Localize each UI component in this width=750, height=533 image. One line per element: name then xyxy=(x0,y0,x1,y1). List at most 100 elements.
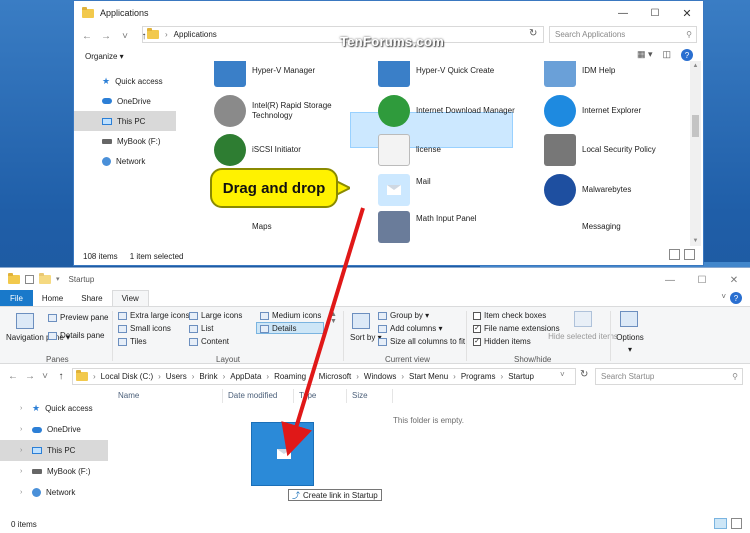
large-icons-view-icon[interactable] xyxy=(731,518,742,529)
scrollbar-thumb[interactable] xyxy=(692,115,699,137)
nav-item-onedrive[interactable]: OneDrive xyxy=(74,91,176,111)
file-item[interactable]: Maps xyxy=(214,211,272,243)
details-pane-toggle-icon[interactable]: ◫ xyxy=(662,49,671,61)
layout-tiles[interactable]: Tiles xyxy=(118,337,147,346)
layout-large-icons[interactable]: Large icons xyxy=(189,311,242,320)
expand-chevron-icon[interactable]: › xyxy=(20,405,27,412)
up-arrow-icon[interactable]: ↑ xyxy=(56,371,66,382)
navigation-pane-button[interactable]: Navigation pane ▾ xyxy=(6,333,70,342)
sort-by-icon[interactable] xyxy=(352,313,370,329)
breadcrumb-item[interactable]: Roaming xyxy=(274,372,306,381)
back-arrow-icon[interactable]: ← xyxy=(8,371,18,382)
address-dropdown-icon[interactable]: ˅ xyxy=(560,370,565,379)
layout-details[interactable]: Details xyxy=(260,324,296,333)
column-divider[interactable] xyxy=(293,389,294,403)
column-divider[interactable] xyxy=(222,389,223,403)
properties-quick-icon[interactable] xyxy=(25,274,34,284)
large-icons-view-icon[interactable] xyxy=(684,249,695,260)
expand-chevron-icon[interactable]: › xyxy=(20,468,27,475)
file-item[interactable]: IDM Help xyxy=(544,61,615,87)
forward-arrow-icon[interactable]: → xyxy=(101,31,111,42)
breadcrumb-item[interactable]: Windows xyxy=(364,372,396,381)
group-by-button[interactable]: Group by ▾ xyxy=(378,311,429,320)
back-arrow-icon[interactable]: ← xyxy=(82,31,92,42)
expand-chevron-icon[interactable]: › xyxy=(20,489,27,496)
breadcrumb-item[interactable]: Brink xyxy=(199,372,217,381)
nav-item-network[interactable]: Network xyxy=(74,151,176,171)
layout-extra-large-icons[interactable]: Extra large icons xyxy=(118,311,190,320)
address-bar[interactable]: › Local Disk (C:) › Users › Brink › AppData… xyxy=(72,368,576,385)
close-button[interactable]: ✕ xyxy=(718,268,750,292)
file-item[interactable]: Hyper-V Manager xyxy=(214,61,315,87)
nav-item-quick-access[interactable]: ★ Quick access xyxy=(74,71,176,91)
tab-share[interactable]: Share xyxy=(72,290,111,306)
sort-by-button[interactable]: Sort by ▾ xyxy=(350,333,382,342)
options-button[interactable]: Options ▾ xyxy=(615,333,645,354)
minimize-button[interactable]: — xyxy=(654,268,686,292)
nav-item-onedrive[interactable]: › OneDrive xyxy=(0,419,108,440)
details-view-icon[interactable] xyxy=(714,518,727,529)
checkbox-checked[interactable]: ✓ xyxy=(473,324,481,333)
column-header-name[interactable]: Name xyxy=(118,391,139,400)
breadcrumb-item[interactable]: Users xyxy=(166,372,187,381)
tab-file[interactable]: File xyxy=(0,290,33,306)
refresh-icon[interactable]: ↻ xyxy=(529,28,537,39)
expand-chevron-icon[interactable]: › xyxy=(20,426,27,433)
minimize-button[interactable]: — xyxy=(607,1,639,25)
column-header-type[interactable]: Type xyxy=(299,391,316,400)
scroll-down-icon[interactable]: ▼ xyxy=(690,238,701,244)
breadcrumb-item[interactable]: Startup xyxy=(508,372,534,381)
recent-chevron-icon[interactable]: ˅ xyxy=(40,371,50,382)
layout-list[interactable]: List xyxy=(189,324,213,333)
maximize-button[interactable]: ☐ xyxy=(686,268,718,292)
breadcrumb-item[interactable]: AppData xyxy=(230,372,261,381)
column-divider[interactable] xyxy=(392,389,393,403)
checkbox-checked[interactable]: ✓ xyxy=(473,337,481,346)
file-item[interactable]: Math Input Panel xyxy=(378,211,476,243)
vertical-scrollbar[interactable]: ▲ ▼ xyxy=(690,61,701,246)
breadcrumb-item[interactable]: Applications xyxy=(174,30,217,39)
file-item[interactable]: iSCSI Initiator xyxy=(214,134,301,166)
organize-button[interactable]: Organize ▾ xyxy=(85,52,124,61)
nav-item-this-pc[interactable]: › This PC xyxy=(0,440,108,461)
size-columns-button[interactable]: Size all columns to fit xyxy=(378,337,465,346)
column-divider[interactable] xyxy=(346,389,347,403)
column-header-date-modified[interactable]: Date modified xyxy=(228,391,277,400)
checkbox-unchecked[interactable] xyxy=(473,311,481,320)
layout-content[interactable]: Content xyxy=(189,337,229,346)
quick-access-toolbar-chevron-icon[interactable]: ▾ xyxy=(56,275,60,283)
ribbon-collapse-icon[interactable]: ˅ xyxy=(721,292,726,301)
breadcrumb-item[interactable]: Microsoft xyxy=(319,372,351,381)
item-check-boxes-toggle[interactable]: Item check boxes xyxy=(473,311,546,320)
file-item[interactable]: Local Security Policy xyxy=(544,134,656,166)
search-input[interactable]: Search Applications ⚲ xyxy=(549,26,697,43)
nav-item-this-pc[interactable]: This PC xyxy=(74,111,176,131)
breadcrumb-item[interactable]: Local Disk (C:) xyxy=(101,372,153,381)
view-options-icon[interactable]: ▦ ▾ xyxy=(637,49,653,61)
options-icon[interactable] xyxy=(620,311,638,327)
forward-arrow-icon[interactable]: → xyxy=(25,371,35,382)
file-item[interactable]: license xyxy=(378,134,441,166)
search-input[interactable]: Search Startup ⚲ xyxy=(595,368,743,385)
file-item[interactable]: Hyper-V Quick Create xyxy=(378,61,494,87)
tab-home[interactable]: Home xyxy=(33,290,72,306)
breadcrumb-item[interactable]: Programs xyxy=(461,372,496,381)
file-item-mail[interactable]: Mail xyxy=(378,174,431,206)
maximize-button[interactable]: ☐ xyxy=(639,1,671,25)
details-pane-button[interactable]: Details pane xyxy=(48,331,104,340)
recent-chevron-icon[interactable]: ˅ xyxy=(120,31,130,42)
add-columns-button[interactable]: Add columns ▾ xyxy=(378,324,442,333)
help-icon[interactable]: ? xyxy=(730,292,742,304)
file-item[interactable]: Malwarebytes xyxy=(544,174,631,206)
column-header-size[interactable]: Size xyxy=(352,391,368,400)
file-name-extensions-toggle[interactable]: ✓ File name extensions xyxy=(473,324,560,333)
nav-item-network[interactable]: › Network xyxy=(0,482,108,503)
layout-medium-icons[interactable]: Medium icons xyxy=(260,311,321,320)
layout-scroll-icon[interactable]: ▲ ▼ xyxy=(330,311,337,325)
breadcrumb-item[interactable]: Start Menu xyxy=(409,372,448,381)
tab-view[interactable]: View xyxy=(111,290,149,306)
file-item[interactable]: Internet Explorer xyxy=(544,95,641,127)
close-button[interactable]: ✕ xyxy=(671,1,703,25)
details-view-icon[interactable] xyxy=(669,249,680,260)
nav-item-mybook[interactable]: MyBook (F:) xyxy=(74,131,176,151)
